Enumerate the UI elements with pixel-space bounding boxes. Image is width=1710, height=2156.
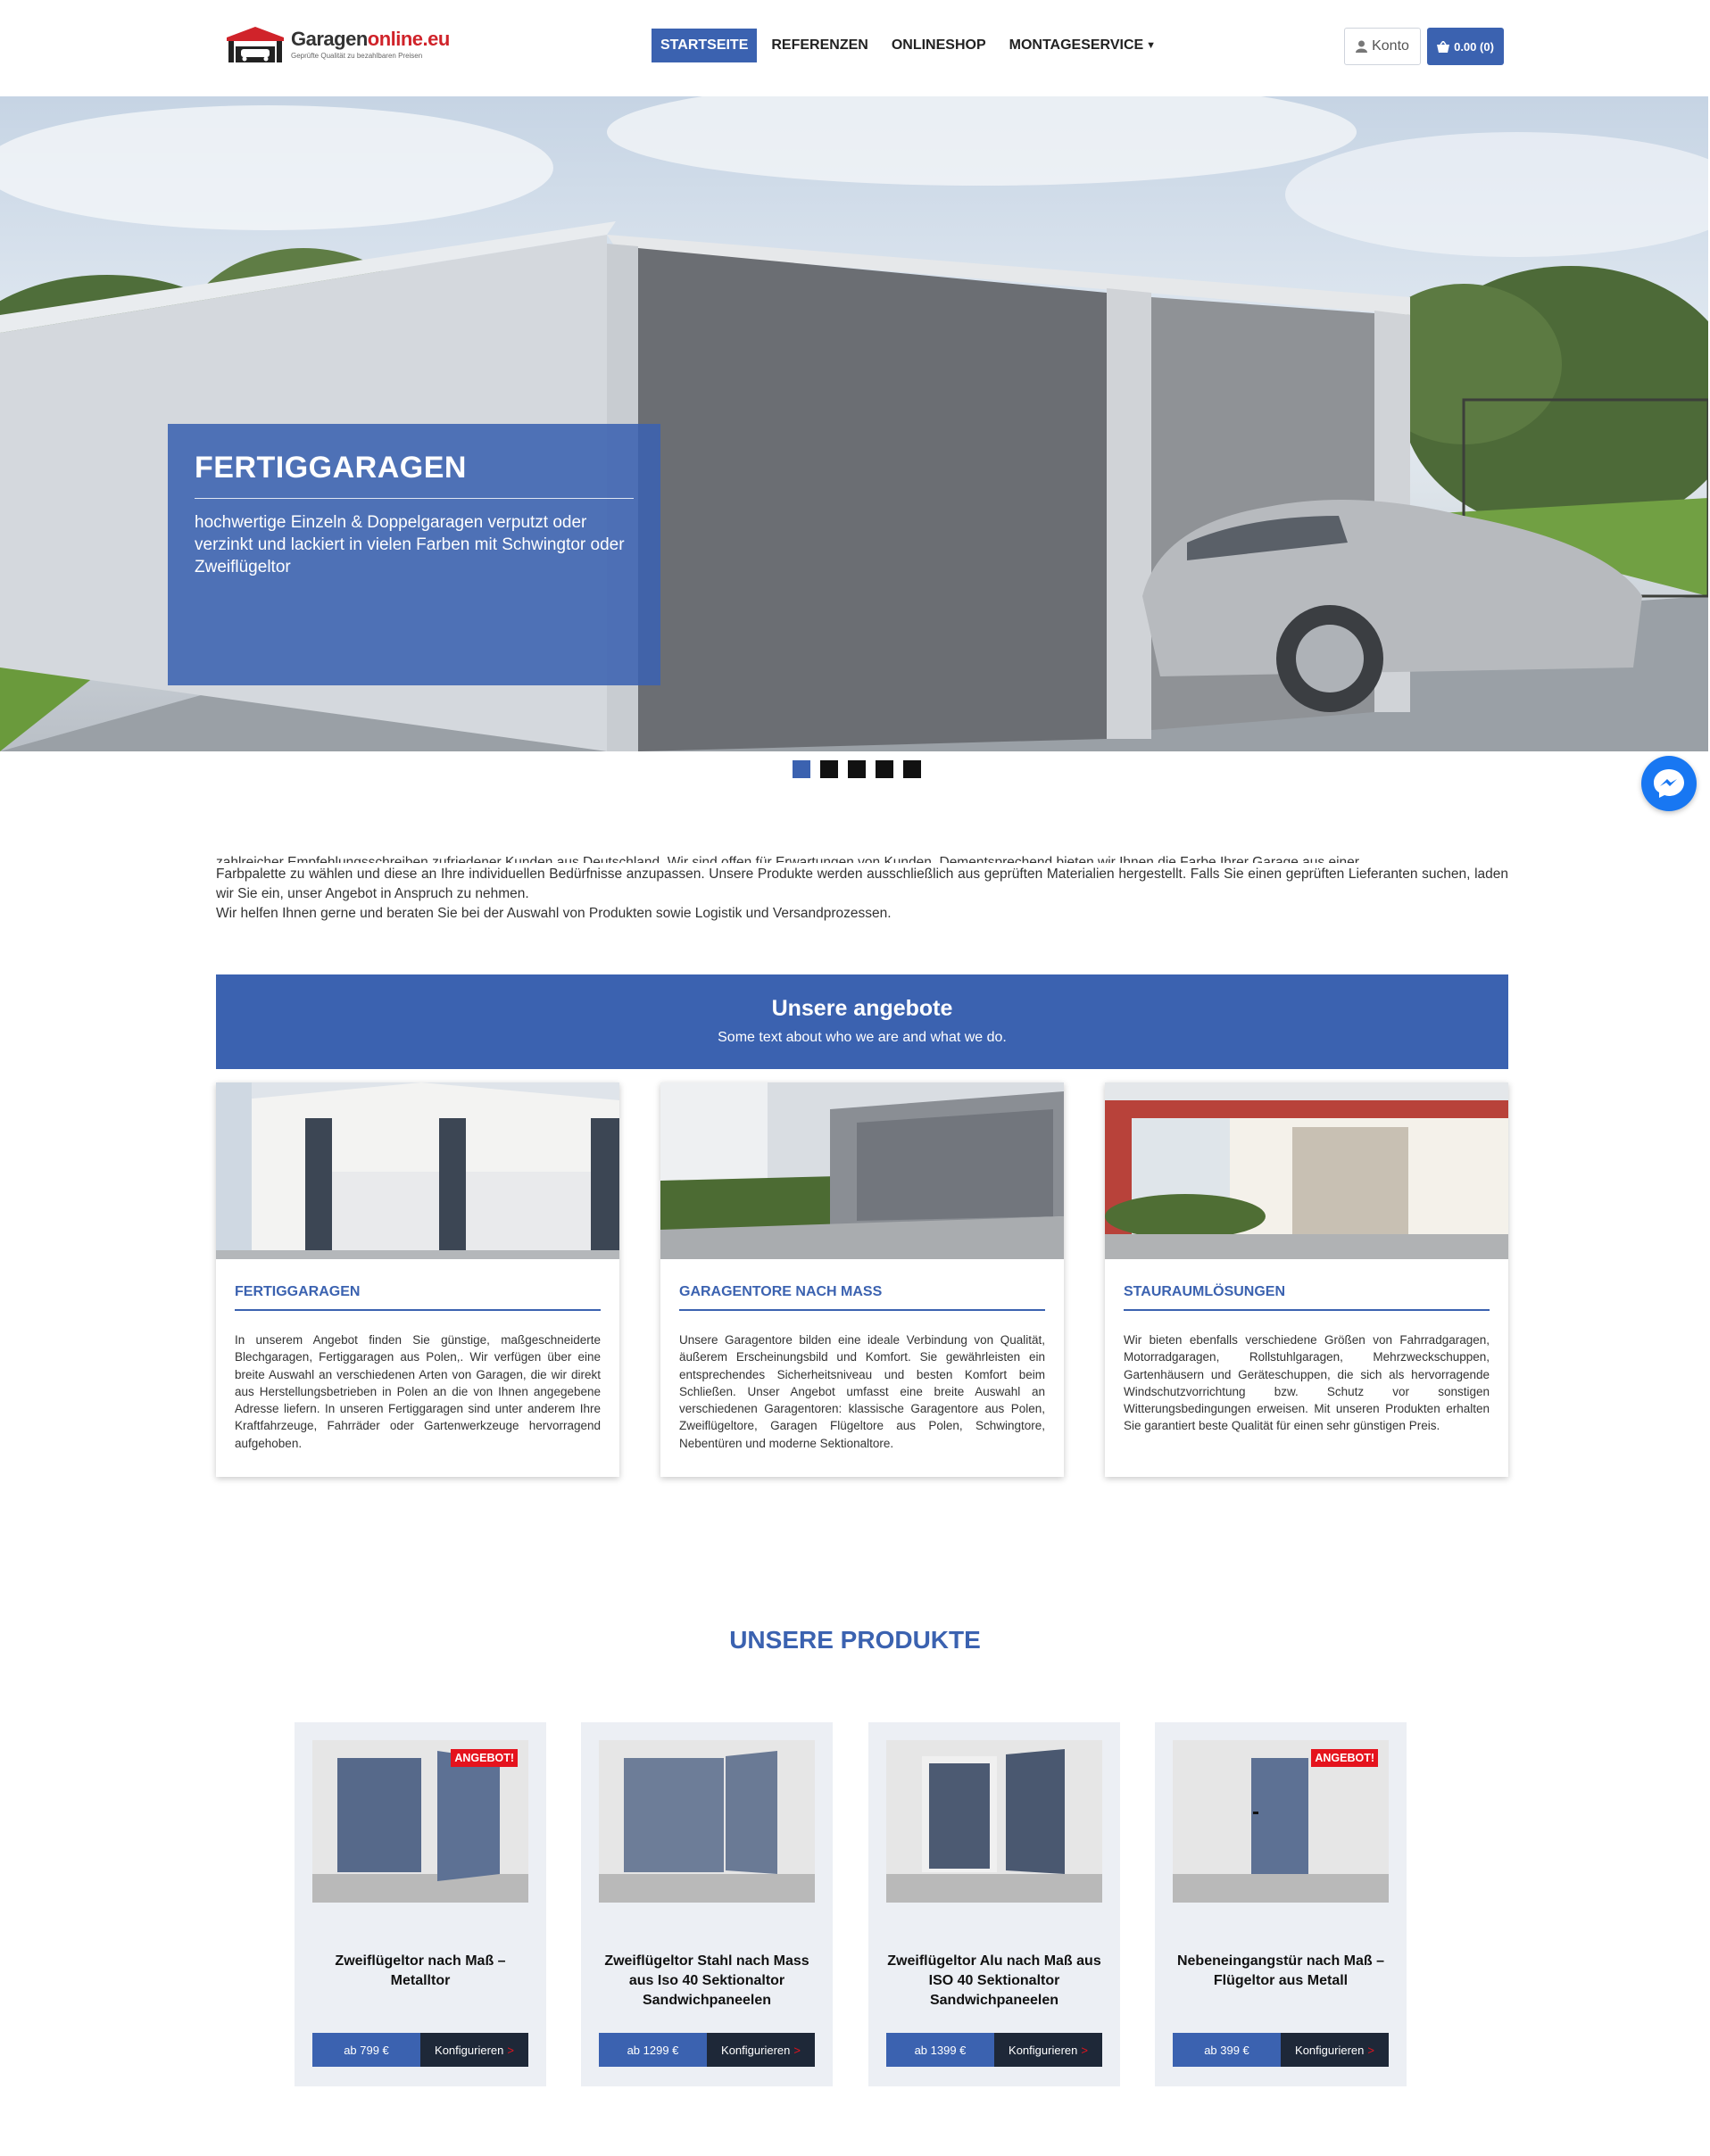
logo-name: Garagenonline.eu <box>291 28 450 50</box>
configure-button[interactable]: Konfigurieren > <box>707 2033 815 2067</box>
messenger-chat-button[interactable] <box>1641 756 1697 811</box>
products-title: UNSERE PRODUKTE <box>729 1626 981 1654</box>
main-navigation: STARTSEITE REFERENZEN ONLINESHOP MONTAGE… <box>652 29 1165 62</box>
offer-card-image <box>216 1082 619 1259</box>
product-card[interactable]: Zweiflügeltor Stahl nach Mass aus Iso 40… <box>581 1722 833 2086</box>
offers-title: Unsere angebote <box>771 996 953 1021</box>
offer-card-text: Unsere Garagentore bilden eine ideale Ve… <box>679 1333 1045 1450</box>
offer-card-title: GARAGENTORE NACH MAß <box>679 1284 1045 1311</box>
chevron-right-icon: > <box>793 2043 801 2057</box>
product-price-button[interactable]: ab 1399 € <box>886 2033 994 2067</box>
product-price-button[interactable]: ab 1299 € <box>599 2033 707 2067</box>
logo-tagline: Geprüfte Qualität zu bezahlbaren Preisen <box>291 52 423 60</box>
hero-text: hochwertige Einzeln & Doppelgaragen verp… <box>195 513 625 576</box>
slider-dot-2[interactable] <box>820 760 838 778</box>
site-header: Garagenonline.eu Geprüfte Qualität zu be… <box>0 0 1710 96</box>
site-logo[interactable]: Garagenonline.eu Geprüfte Qualität zu be… <box>223 21 450 66</box>
cart-total: 0.00 (0) <box>1454 39 1494 54</box>
shopping-basket-icon <box>1437 40 1450 53</box>
nav-referenzen[interactable]: REFERENZEN <box>762 29 876 62</box>
product-image: ANGEBOT! <box>1173 1740 1389 1903</box>
product-name: Zweiflügeltor nach Maß – Metalltor <box>335 1953 506 1988</box>
intro-partial-line: zahlreicher Empfehlungsschreiben zufried… <box>216 855 1359 863</box>
nav-montageservice[interactable]: MONTAGESERVICE ▼ <box>1000 29 1165 62</box>
product-card[interactable]: ANGEBOT! Nebeneingangstür nach Maß – Flü… <box>1155 1722 1407 2086</box>
product-actions: ab 799 € Konfigurieren > <box>312 2033 528 2067</box>
configure-button[interactable]: Konfigurieren > <box>420 2033 528 2067</box>
product-image <box>886 1740 1102 1903</box>
slider-dot-4[interactable] <box>876 760 893 778</box>
configure-button[interactable]: Konfigurieren > <box>1281 2033 1389 2067</box>
offer-card[interactable]: FERTIGGARAGEN In unserem Angebot finden … <box>216 1082 619 1477</box>
slider-dots <box>793 760 921 778</box>
product-card[interactable]: Zweiflügeltor Alu nach Maß aus ISO 40 Se… <box>868 1722 1120 2086</box>
caret-down-icon: ▼ <box>1146 40 1157 51</box>
product-image: ANGEBOT! <box>312 1740 528 1903</box>
nav-startseite[interactable]: STARTSEITE <box>652 29 758 62</box>
offer-card-text: In unserem Angebot finden Sie günstige, … <box>235 1333 601 1450</box>
offer-badge: ANGEBOT! <box>1311 1749 1378 1767</box>
messenger-icon <box>1654 769 1684 798</box>
offer-card-title: FERTIGGARAGEN <box>235 1284 601 1311</box>
product-name: Zweiflügeltor Alu nach Maß aus ISO 40 Se… <box>887 1953 1101 2008</box>
offer-card[interactable]: STAURAUMLÖSUNGEN Wir bieten ebenfalls ve… <box>1105 1082 1508 1477</box>
product-name: Nebeneingangstür nach Maß – Flügeltor au… <box>1176 1953 1385 1988</box>
nav-onlineshop[interactable]: ONLINESHOP <box>883 29 995 62</box>
product-price-button[interactable]: ab 399 € <box>1173 2033 1281 2067</box>
hero-caption: FERTIGGARAGEN hochwertige Einzeln & Dopp… <box>168 424 660 685</box>
account-label: Konto <box>1372 38 1409 54</box>
slider-dot-1[interactable] <box>793 760 810 778</box>
user-icon <box>1356 40 1368 53</box>
slider-dot-5[interactable] <box>903 760 921 778</box>
intro-text: zahlreicher Empfehlungsschreiben zufried… <box>216 855 1508 924</box>
slider-dot-3[interactable] <box>848 760 866 778</box>
offer-badge: ANGEBOT! <box>451 1749 518 1767</box>
product-card[interactable]: ANGEBOT! Zweiflügeltor nach Maß – Metall… <box>295 1722 546 2086</box>
garage-logo-icon <box>227 27 284 62</box>
chevron-right-icon: > <box>507 2043 514 2057</box>
product-price-button[interactable]: ab 799 € <box>312 2033 420 2067</box>
offers-banner: Unsere angebote Some text about who we a… <box>216 974 1508 1069</box>
intro-paragraph: Farbpalette zu wählen und diese an Ihre … <box>216 867 1508 901</box>
product-actions: ab 1399 € Konfigurieren > <box>886 2033 1102 2067</box>
offer-card-title: STAURAUMLÖSUNGEN <box>1124 1284 1490 1311</box>
account-button[interactable]: Konto <box>1344 28 1421 65</box>
chevron-right-icon: > <box>1367 2043 1374 2057</box>
chevron-right-icon: > <box>1081 2043 1088 2057</box>
product-image <box>599 1740 815 1903</box>
configure-button[interactable]: Konfigurieren > <box>994 2033 1102 2067</box>
intro-paragraph-2: Wir helfen Ihnen gerne und beraten Sie b… <box>216 906 892 921</box>
cart-button[interactable]: 0.00 (0) <box>1427 28 1504 65</box>
offer-card-text: Wir bieten ebenfalls verschiedene Größen… <box>1124 1333 1490 1433</box>
hero-slider: FERTIGGARAGEN hochwertige Einzeln & Dopp… <box>0 96 1708 751</box>
offer-card-image <box>1105 1082 1508 1259</box>
offer-card[interactable]: GARAGENTORE NACH MAß Unsere Garagentore … <box>660 1082 1064 1477</box>
product-actions: ab 1299 € Konfigurieren > <box>599 2033 815 2067</box>
offers-subtitle: Some text about who we are and what we d… <box>718 1030 1007 1045</box>
offer-card-image <box>660 1082 1064 1259</box>
hero-title: FERTIGGARAGEN <box>195 451 634 499</box>
product-actions: ab 399 € Konfigurieren > <box>1173 2033 1389 2067</box>
product-name: Zweiflügeltor Stahl nach Mass aus Iso 40… <box>604 1953 809 2008</box>
